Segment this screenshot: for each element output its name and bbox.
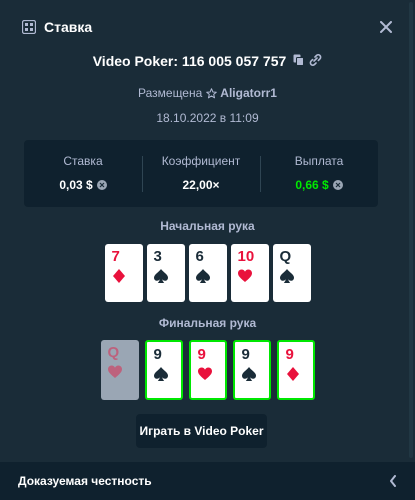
placed-label: Размещена [138,86,203,100]
final-hand-label: Финальная рука [158,316,257,330]
link-icon[interactable] [309,53,322,69]
payout-label: Выплата [294,153,344,168]
bet-modal: Ставка Video Poker: 116 005 057 757 Разм… [0,0,415,500]
initial-hand-card: 3 [146,244,185,302]
provable-fairness-bar[interactable]: Доказуемая честность [0,462,415,500]
heart-icon [197,366,213,382]
final-hand-card: 9 [144,340,183,400]
placed-by-row: Размещена Aligatorr1 [0,86,415,100]
close-icon[interactable] [375,16,397,38]
payout-value: 0,66 $ [295,177,329,192]
star-icon [206,87,218,99]
card-rank: 7 [111,248,120,265]
provable-fairness-title: Доказуемая честность [18,474,152,488]
diamond-icon [111,268,127,284]
bet-stats-panel: Ставка 0,03 $ Коэффициент 22,00× Выплата… [24,140,378,207]
card-rank: 9 [285,346,294,363]
initial-hand-card: 6 [188,244,227,302]
final-hand: Q 9 9 9 9 [0,340,415,400]
multiplier-value: 22,00× [182,177,220,192]
copy-icon[interactable] [293,53,305,69]
stat-bet: Ставка 0,03 $ [24,154,142,194]
bet-date: 18.10.2022 в 11:09 [156,111,259,125]
final-hand-card: Q [100,340,139,400]
initial-hand-card: Q [272,244,311,302]
play-video-poker-button[interactable]: Играть в Video Poker [136,414,267,448]
initial-hand-card: 10 [230,244,269,302]
card-rank: 9 [197,346,206,363]
initial-hand-card: 7 [104,244,143,302]
diamond-icon [285,366,301,382]
bet-value: 0,03 $ [59,177,93,192]
card-rank: 3 [153,248,162,265]
initial-hand-label: Начальная рука [160,219,255,233]
bet-label: Ставка [63,153,103,168]
stat-multiplier: Коэффициент 22,00× [142,154,260,194]
chevron-left-icon[interactable] [389,475,397,487]
card-rank: 10 [237,248,255,265]
bet-slip-icon [22,20,36,34]
final-hand-card: 9 [188,340,227,400]
heart-icon [107,364,123,380]
spade-icon [241,366,257,382]
stat-payout: Выплата 0,66 $ [260,154,378,194]
game-id-text: Video Poker: 116 005 057 757 [92,53,287,69]
card-rank: 9 [241,346,250,363]
modal-title: Ставка [44,19,93,35]
final-hand-card: 9 [276,340,315,400]
game-id-row: Video Poker: 116 005 057 757 [0,53,415,69]
initial-hand: 7 3 6 10 Q [0,244,415,302]
scrollbar[interactable] [409,2,413,458]
modal-header: Ставка [22,14,397,40]
username-link[interactable]: Aligatorr1 [220,86,277,100]
currency-icon [96,179,107,190]
spade-icon [153,366,169,382]
spade-icon [153,268,169,284]
card-rank: Q [107,344,120,361]
spade-icon [195,268,211,284]
multiplier-label: Коэффициент [161,153,241,168]
heart-icon [237,268,253,284]
final-hand-card: 9 [232,340,271,400]
card-rank: Q [279,248,292,265]
currency-icon [332,179,343,190]
card-rank: 6 [195,248,204,265]
spade-icon [279,268,295,284]
card-rank: 9 [153,346,162,363]
